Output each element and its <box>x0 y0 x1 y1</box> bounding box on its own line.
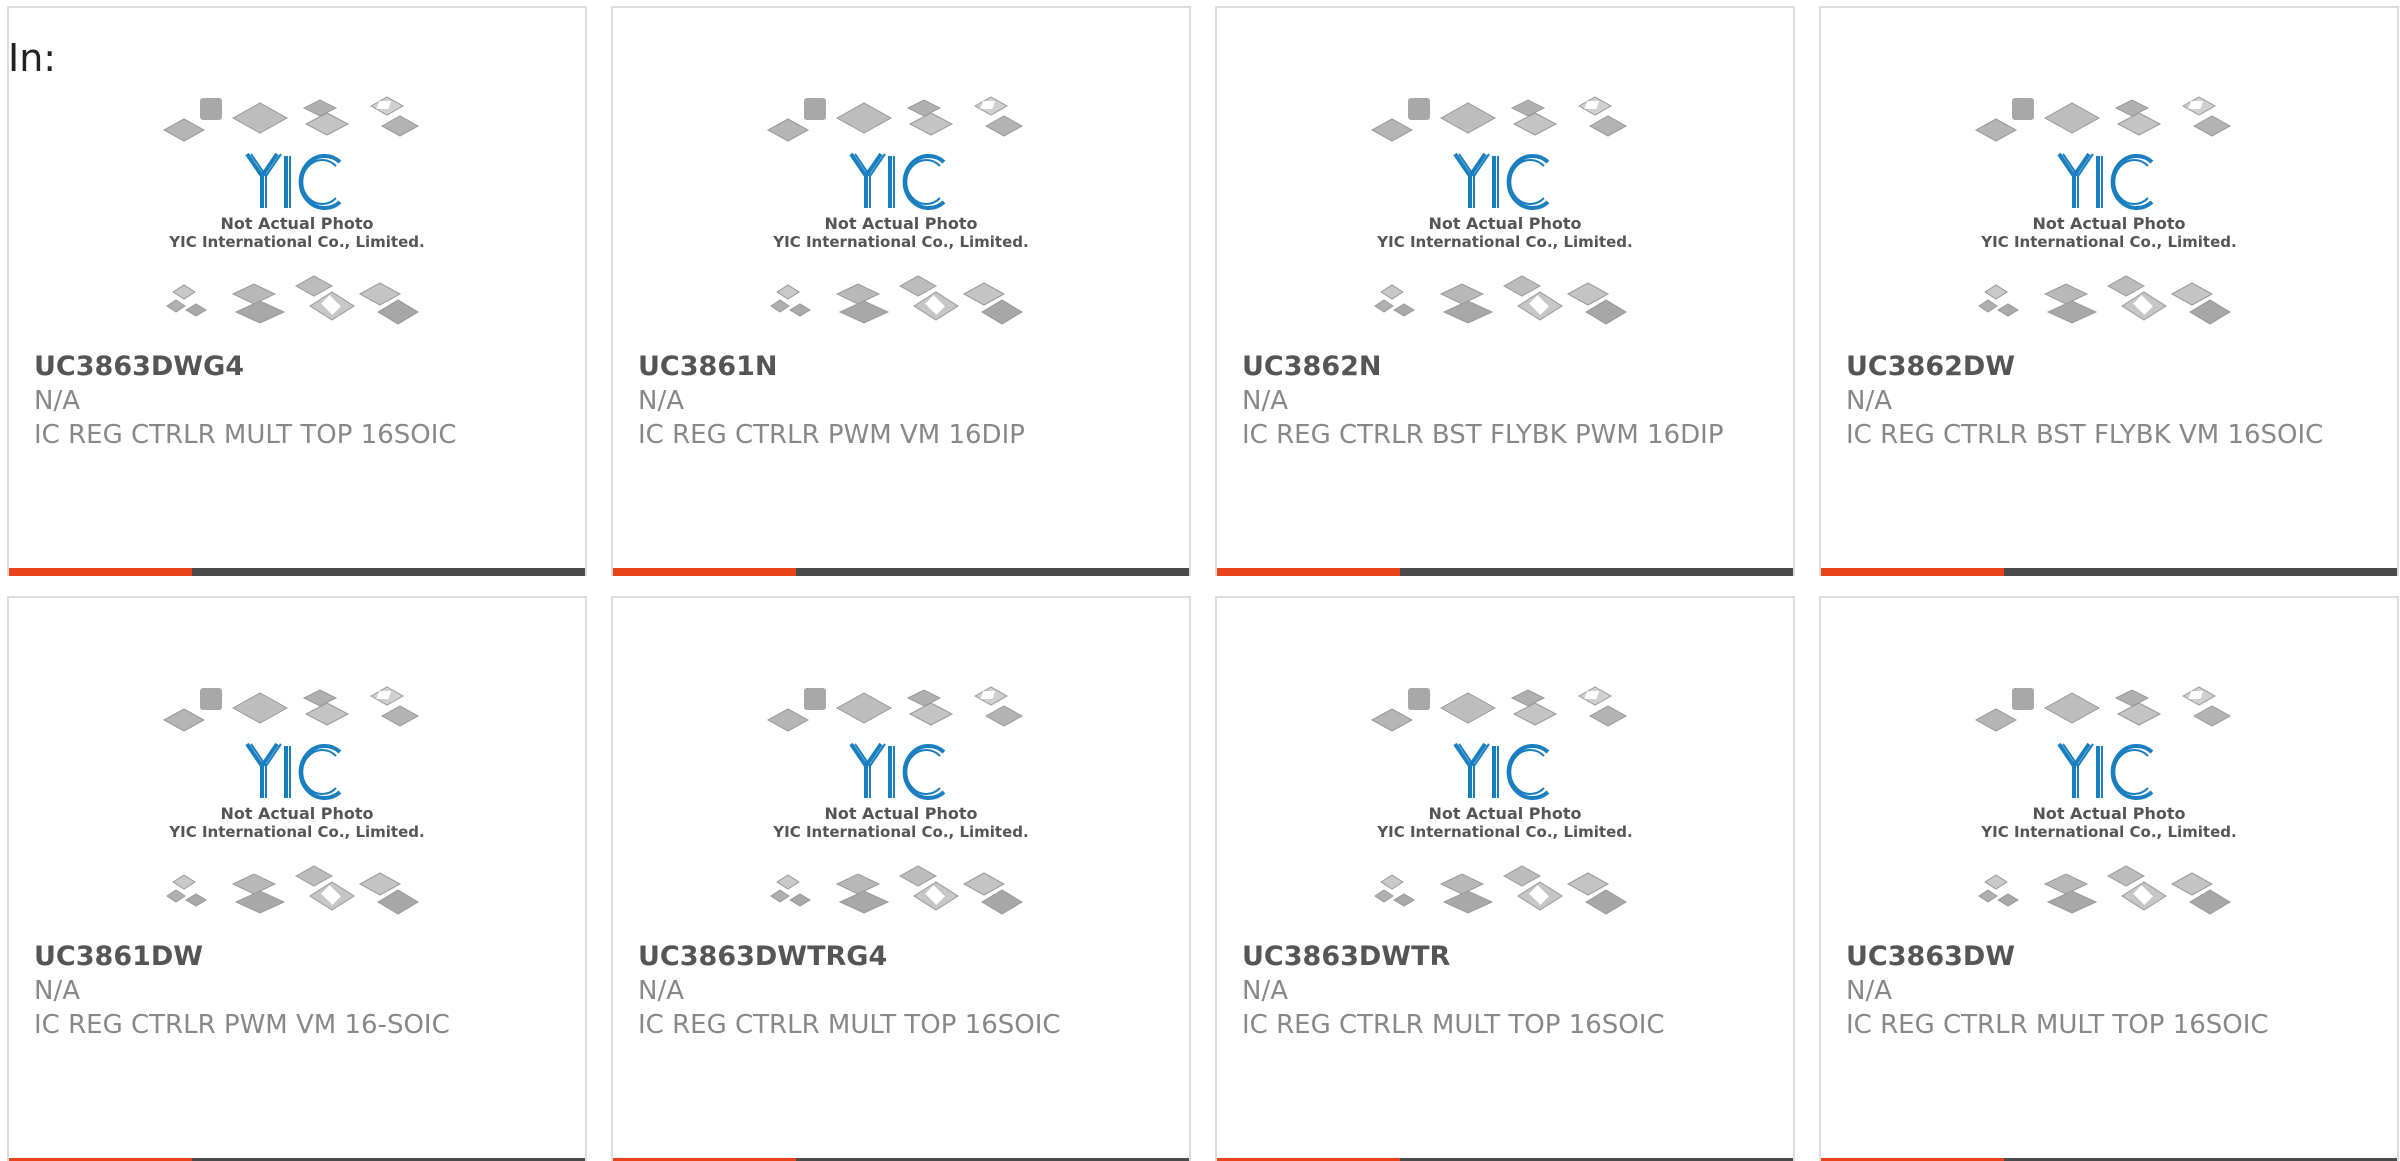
caption-line-1: Not Actual Photo <box>2032 804 2185 823</box>
part-number[interactable]: UC3862DW <box>1846 350 2372 384</box>
card-accent-bar <box>1217 568 1400 576</box>
manufacturer: N/A <box>1846 976 1892 1006</box>
product-description: IC REG CTRLR PWM VM 16-SOIC <box>34 1010 450 1040</box>
product-card[interactable]: Not Actual Photo YIC International Co., L… <box>1215 596 1795 1161</box>
chip-row-bottom <box>166 275 419 325</box>
caption-line-1: Not Actual Photo <box>2032 214 2185 233</box>
placeholder-photo-graphic: Not Actual PhotoYIC International Co., L… <box>1974 686 2237 915</box>
product-image: Not Actual Photo YIC International Co., L… <box>1821 686 2397 934</box>
caption-line-2: YIC International Co., Limited. <box>772 233 1028 251</box>
chip-row-top <box>162 686 420 732</box>
chip-row-top <box>766 96 1024 142</box>
caption-line-2: YIC International Co., Limited. <box>1376 823 1632 841</box>
chip-row-bottom <box>1374 275 1627 325</box>
product-grid: Not Actual Photo YIC International Co., L… <box>7 6 2400 1161</box>
placeholder-photo-graphic: Not Actual PhotoYIC International Co., L… <box>1370 96 1633 325</box>
manufacturer: N/A <box>34 976 80 1006</box>
chip-row-top <box>766 686 1024 732</box>
placeholder-photo-graphic: Not Actual PhotoYIC International Co., L… <box>162 686 425 915</box>
caption-line-1: Not Actual Photo <box>824 214 977 233</box>
manufacturer: N/A <box>1242 386 1288 416</box>
chip-row-bottom <box>1374 865 1627 915</box>
manufacturer: N/A <box>638 386 684 416</box>
product-description: IC REG CTRLR MULT TOP 16SOIC <box>34 420 457 450</box>
placeholder-photo-graphic: Not Actual PhotoYIC International Co., L… <box>1974 96 2237 325</box>
product-image: Not Actual Photo YIC International Co., L… <box>1821 96 2397 344</box>
chip-row-bottom <box>770 865 1023 915</box>
part-number[interactable]: UC3863DW <box>1846 940 2372 974</box>
manufacturer: N/A <box>34 386 80 416</box>
product-description: IC REG CTRLR BST FLYBK PWM 16DIP <box>1242 420 1724 450</box>
caption-line-1: Not Actual Photo <box>220 214 373 233</box>
product-card[interactable]: Not Actual Photo YIC International Co., L… <box>611 596 1191 1161</box>
yic-logo <box>849 152 946 210</box>
product-card[interactable]: Not Actual Photo YIC International Co., L… <box>1215 6 1795 576</box>
caption-line-2: YIC International Co., Limited. <box>1980 823 2236 841</box>
chip-row-bottom <box>1978 275 2231 325</box>
card-bottom-bar <box>9 568 585 576</box>
caption-line-1: Not Actual Photo <box>824 804 977 823</box>
caption-line-2: YIC International Co., Limited. <box>1376 233 1632 251</box>
product-image: Not Actual Photo YIC International Co., L… <box>613 96 1189 344</box>
product-image: Not Actual Photo YIC International Co., L… <box>1217 96 1793 344</box>
manufacturer: N/A <box>1242 976 1288 1006</box>
product-description: IC REG CTRLR BST FLYBK VM 16SOIC <box>1846 420 2324 450</box>
yic-logo <box>849 742 946 800</box>
card-bottom-bar <box>1821 568 2397 576</box>
product-description: IC REG CTRLR PWM VM 16DIP <box>638 420 1025 450</box>
product-image: Not Actual Photo YIC International Co., L… <box>613 686 1189 934</box>
placeholder-photo-graphic: Not Actual PhotoYIC International Co., L… <box>162 96 425 325</box>
chip-row-bottom <box>166 865 419 915</box>
part-number[interactable]: UC3863DWTRG4 <box>638 940 1164 974</box>
product-card[interactable]: Not Actual Photo YIC International Co., L… <box>7 596 587 1161</box>
card-accent-bar <box>1821 568 2004 576</box>
chip-row-top <box>1974 96 2232 142</box>
caption-line-2: YIC International Co., Limited. <box>772 823 1028 841</box>
yic-logo <box>245 742 342 800</box>
yic-logo <box>2057 152 2154 210</box>
chip-row-bottom <box>1978 865 2231 915</box>
manufacturer: N/A <box>638 976 684 1006</box>
filter-label: In: <box>8 36 57 80</box>
part-number[interactable]: UC3863DWTR <box>1242 940 1768 974</box>
product-image: Not Actual Photo YIC International Co., L… <box>9 96 585 344</box>
placeholder-photo-graphic: Not Actual PhotoYIC International Co., L… <box>766 96 1029 325</box>
card-accent-bar <box>9 568 192 576</box>
card-accent-bar <box>613 568 796 576</box>
chip-row-top <box>162 96 420 142</box>
chip-row-top <box>1370 686 1628 732</box>
part-number[interactable]: UC3861DW <box>34 940 560 974</box>
caption-line-1: Not Actual Photo <box>1428 214 1581 233</box>
product-card[interactable]: Not Actual Photo YIC International Co., L… <box>7 6 587 576</box>
product-image: Not Actual Photo YIC International Co., L… <box>9 686 585 934</box>
part-number[interactable]: UC3862N <box>1242 350 1768 384</box>
placeholder-photo-graphic: Not Actual PhotoYIC International Co., L… <box>766 686 1029 915</box>
product-description: IC REG CTRLR MULT TOP 16SOIC <box>1846 1010 2269 1040</box>
caption-line-1: Not Actual Photo <box>1428 804 1581 823</box>
product-description: IC REG CTRLR MULT TOP 16SOIC <box>638 1010 1061 1040</box>
part-number[interactable]: UC3861N <box>638 350 1164 384</box>
yic-logo <box>2057 742 2154 800</box>
yic-logo <box>245 152 342 210</box>
card-bottom-bar <box>613 568 1189 576</box>
caption-line-2: YIC International Co., Limited. <box>1980 233 2236 251</box>
manufacturer: N/A <box>1846 386 1892 416</box>
placeholder-photo-graphic: Not Actual PhotoYIC International Co., L… <box>1370 686 1633 915</box>
caption-line-2: YIC International Co., Limited. <box>168 823 424 841</box>
card-bottom-bar <box>1217 568 1793 576</box>
part-number[interactable]: UC3863DWG4 <box>34 350 560 384</box>
product-card[interactable]: Not Actual Photo YIC International Co., L… <box>1819 6 2399 576</box>
product-image: Not Actual Photo YIC International Co., L… <box>1217 686 1793 934</box>
caption-line-1: Not Actual Photo <box>220 804 373 823</box>
chip-row-bottom <box>770 275 1023 325</box>
product-card[interactable]: Not Actual Photo YIC International Co., L… <box>611 6 1191 576</box>
product-listing-page: Not Actual Photo YIC International Co., L… <box>0 0 2400 1161</box>
yic-logo <box>1453 742 1550 800</box>
chip-row-top <box>1974 686 2232 732</box>
product-description: IC REG CTRLR MULT TOP 16SOIC <box>1242 1010 1665 1040</box>
caption-line-2: YIC International Co., Limited. <box>168 233 424 251</box>
yic-logo <box>1453 152 1550 210</box>
chip-row-top <box>1370 96 1628 142</box>
product-card[interactable]: Not Actual Photo YIC International Co., L… <box>1819 596 2399 1161</box>
